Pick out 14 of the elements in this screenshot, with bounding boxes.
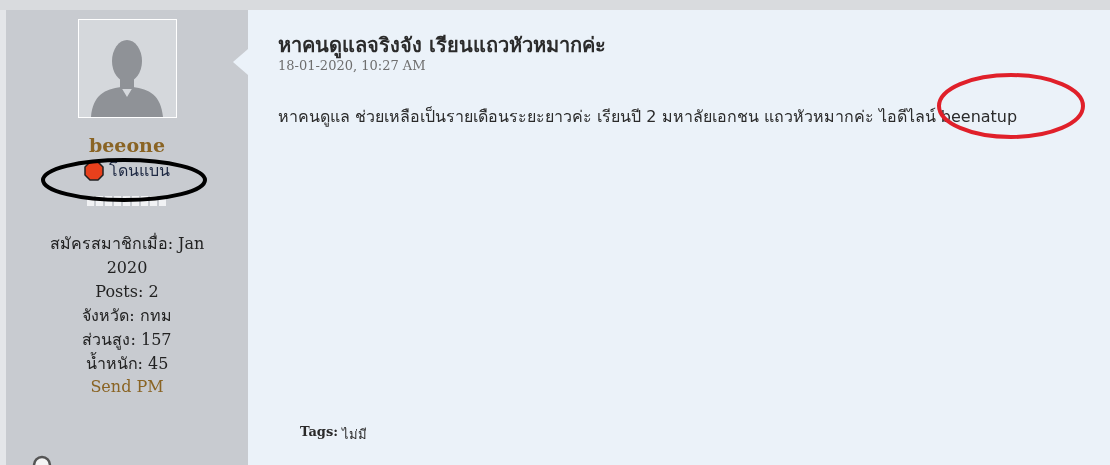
tags-label: Tags: [300,424,339,441]
member-detail: จังหวัด: กทม [81,305,173,327]
member-detail: Posts: 2 [94,281,160,303]
post-date: 18-01-2020, 10:27 AM [278,58,427,74]
username-link[interactable]: beeone [88,134,165,156]
avatar[interactable] [77,19,177,118]
send-pm-link[interactable]: Send PM [32,376,222,398]
tags-value: ไม่มี [342,426,368,444]
rank-bars-icon [87,196,167,206]
member-detail: สมัครสมาชิกเมื่อ: Jan 2020 [48,232,206,279]
post-title: หาคนดูแลจริงจัง เรียนแถวหัวหมากค่ะ [278,32,607,58]
member-detail: น้ำหนัก: 45 [84,352,170,375]
status-label: โดนแบน [109,160,170,182]
member-detail: ส่วนสูง: 157 [81,329,173,352]
